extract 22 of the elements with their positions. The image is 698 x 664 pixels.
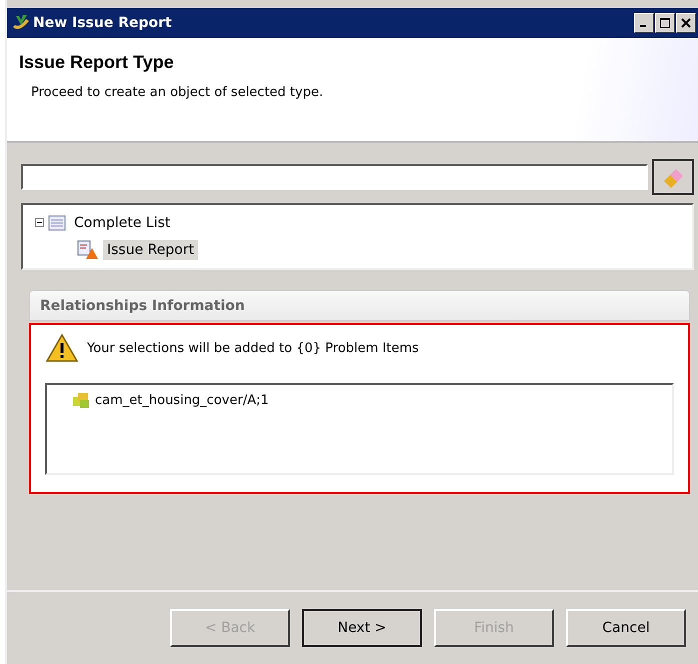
close-button[interactable]	[676, 13, 696, 33]
section-title: Relationships Information	[40, 298, 245, 314]
clear-button[interactable]	[652, 159, 694, 195]
warning-icon	[45, 333, 79, 363]
warning-message: Your selections will be added to {0} Problem Items	[87, 340, 419, 356]
tree-item[interactable]: Complete List	[70, 213, 174, 233]
close-icon	[681, 18, 691, 28]
list-icon	[48, 215, 66, 231]
page-title: Issue Report Type	[19, 52, 175, 73]
search-field[interactable]	[21, 164, 648, 190]
window-title: New Issue Report	[33, 15, 172, 31]
maximize-button[interactable]	[655, 13, 675, 33]
report-warning-icon	[77, 240, 99, 260]
maximize-icon	[660, 18, 670, 28]
tree-item[interactable]: Issue Report	[103, 240, 198, 260]
minimize-button[interactable]	[634, 13, 654, 33]
list-item[interactable]: cam_et_housing_cover/A;1	[95, 392, 269, 408]
wizard-button[interactable]: Next >	[302, 609, 422, 647]
wizard-button[interactable]: Cancel	[566, 609, 686, 647]
page-description: Proceed to create an object of selected type.	[31, 85, 324, 100]
minimize-icon	[640, 25, 646, 27]
parts-icon	[71, 391, 91, 409]
